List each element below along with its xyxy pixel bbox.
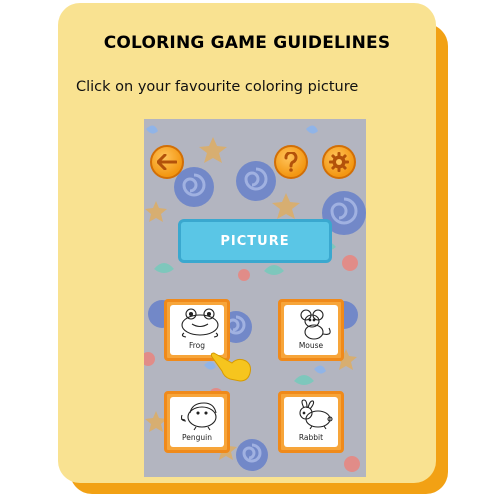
game-screenshot: PICTURE Frog Mouse Penguin Rabbit — [144, 119, 366, 477]
picture-label-penguin: Penguin — [182, 433, 212, 442]
back-button[interactable] — [150, 145, 184, 179]
picture-label-rabbit: Rabbit — [298, 433, 324, 442]
picture-tile-rabbit[interactable]: Rabbit — [278, 391, 344, 453]
rabbit-icon — [299, 399, 333, 430]
question-mark-icon — [284, 152, 298, 172]
penguin-icon — [180, 402, 217, 431]
instruction-text: Click on your favourite coloring picture — [76, 79, 359, 95]
tile-frame: Rabbit — [284, 397, 338, 447]
help-button[interactable] — [274, 145, 308, 179]
guidelines-card: COLORING GAME GUIDELINES Click on your f… — [58, 3, 436, 483]
arrow-left-icon — [157, 154, 177, 170]
tile-frame: Mouse — [284, 305, 338, 355]
picture-tile-penguin[interactable]: Penguin — [164, 391, 230, 453]
mouse-icon — [300, 309, 331, 340]
page-title: COLORING GAME GUIDELINES — [103, 33, 391, 53]
frog-icon — [181, 308, 219, 338]
picture-tile-mouse[interactable]: Mouse — [278, 299, 344, 361]
gear-icon — [329, 152, 349, 172]
settings-button[interactable] — [322, 145, 356, 179]
tile-frame: Penguin — [170, 397, 224, 447]
pointing-hand-icon — [210, 352, 251, 382]
picture-label-mouse: Mouse — [298, 341, 324, 350]
picture-button[interactable]: PICTURE — [178, 219, 332, 263]
